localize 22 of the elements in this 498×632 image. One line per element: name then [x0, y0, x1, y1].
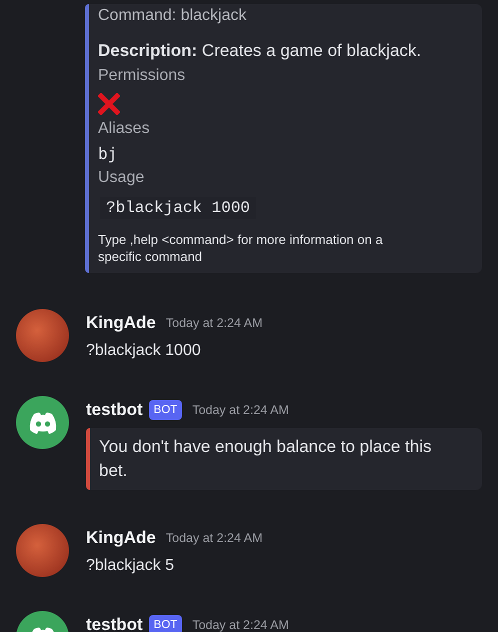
bot-tag: BOT — [148, 615, 182, 632]
message-text: ?blackjack 1000 — [86, 341, 202, 361]
embed-footer: Type ,help <command> for more information on a specific command — [98, 231, 393, 265]
timestamp: Today at 2:24 AM — [192, 616, 289, 632]
embed-description: Description: Creates a game of blackjack. — [98, 40, 422, 62]
username[interactable]: KingAde — [86, 311, 156, 335]
field-name: Aliases — [98, 119, 151, 139]
username[interactable]: testbot — [86, 613, 143, 632]
timestamp: Today at 2:24 AM — [166, 530, 262, 547]
username[interactable]: KingAde — [86, 526, 156, 550]
embed-title: Command: blackjack — [98, 6, 248, 26]
cross-icon — [98, 93, 120, 115]
timestamp: Today at 2:24 AM — [192, 402, 289, 419]
field-name: Permissions — [98, 66, 186, 86]
timestamp: Today at 2:24 AM — [166, 314, 262, 332]
field-name: Usage — [98, 168, 146, 188]
message-text: ?blackjack 5 — [86, 556, 176, 576]
username[interactable]: testbot — [86, 398, 143, 422]
controller-face-icon — [28, 412, 58, 434]
bot-tag: BOT — [148, 400, 182, 420]
alias-code: bj — [98, 144, 118, 164]
embed-description: You don't have enough balance to place this bet. — [99, 436, 432, 482]
